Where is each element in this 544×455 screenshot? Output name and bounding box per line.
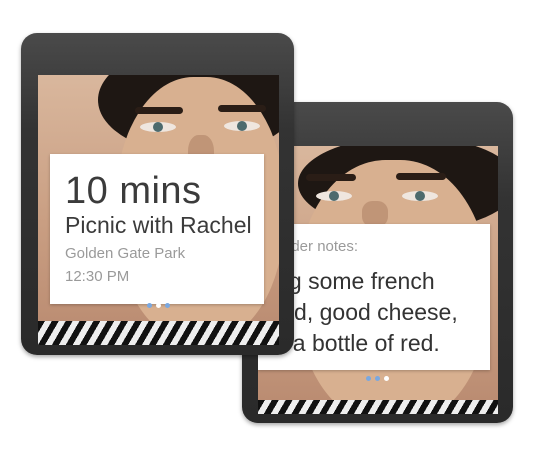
photo-eye-left	[140, 122, 176, 132]
photo-shirt	[258, 400, 498, 414]
page-dot	[147, 303, 152, 308]
event-title: Picnic with Rachel	[65, 212, 252, 238]
event-start-time: 12:30 PM	[65, 268, 130, 285]
event-countdown: 10 mins	[65, 170, 202, 212]
photo-brow-right	[218, 105, 266, 112]
page-dot	[375, 376, 380, 381]
photo-shirt	[38, 321, 279, 345]
page-dot	[165, 303, 170, 308]
event-location: Golden Gate Park	[65, 245, 186, 262]
photo-brow-left	[306, 174, 356, 181]
photo-eye-right	[224, 121, 260, 131]
photo-eye-right	[402, 191, 438, 201]
smartwatch-front: 10 mins Picnic with Rachel Golden Gate P…	[21, 33, 294, 355]
photo-eye-left	[316, 191, 352, 201]
photo-brow-left	[135, 107, 183, 114]
page-dot	[366, 376, 371, 381]
page-dot	[156, 303, 161, 308]
watch-screen-front: 10 mins Picnic with Rachel Golden Gate P…	[38, 75, 279, 345]
event-card[interactable]: 10 mins Picnic with Rachel Golden Gate P…	[50, 154, 264, 304]
photo-brow-right	[396, 173, 446, 180]
watch-screen-back: Reminder notes: Bring some french bread,…	[258, 146, 498, 414]
page-indicator	[366, 376, 389, 381]
page-dot	[384, 376, 389, 381]
page-indicator	[147, 303, 170, 308]
